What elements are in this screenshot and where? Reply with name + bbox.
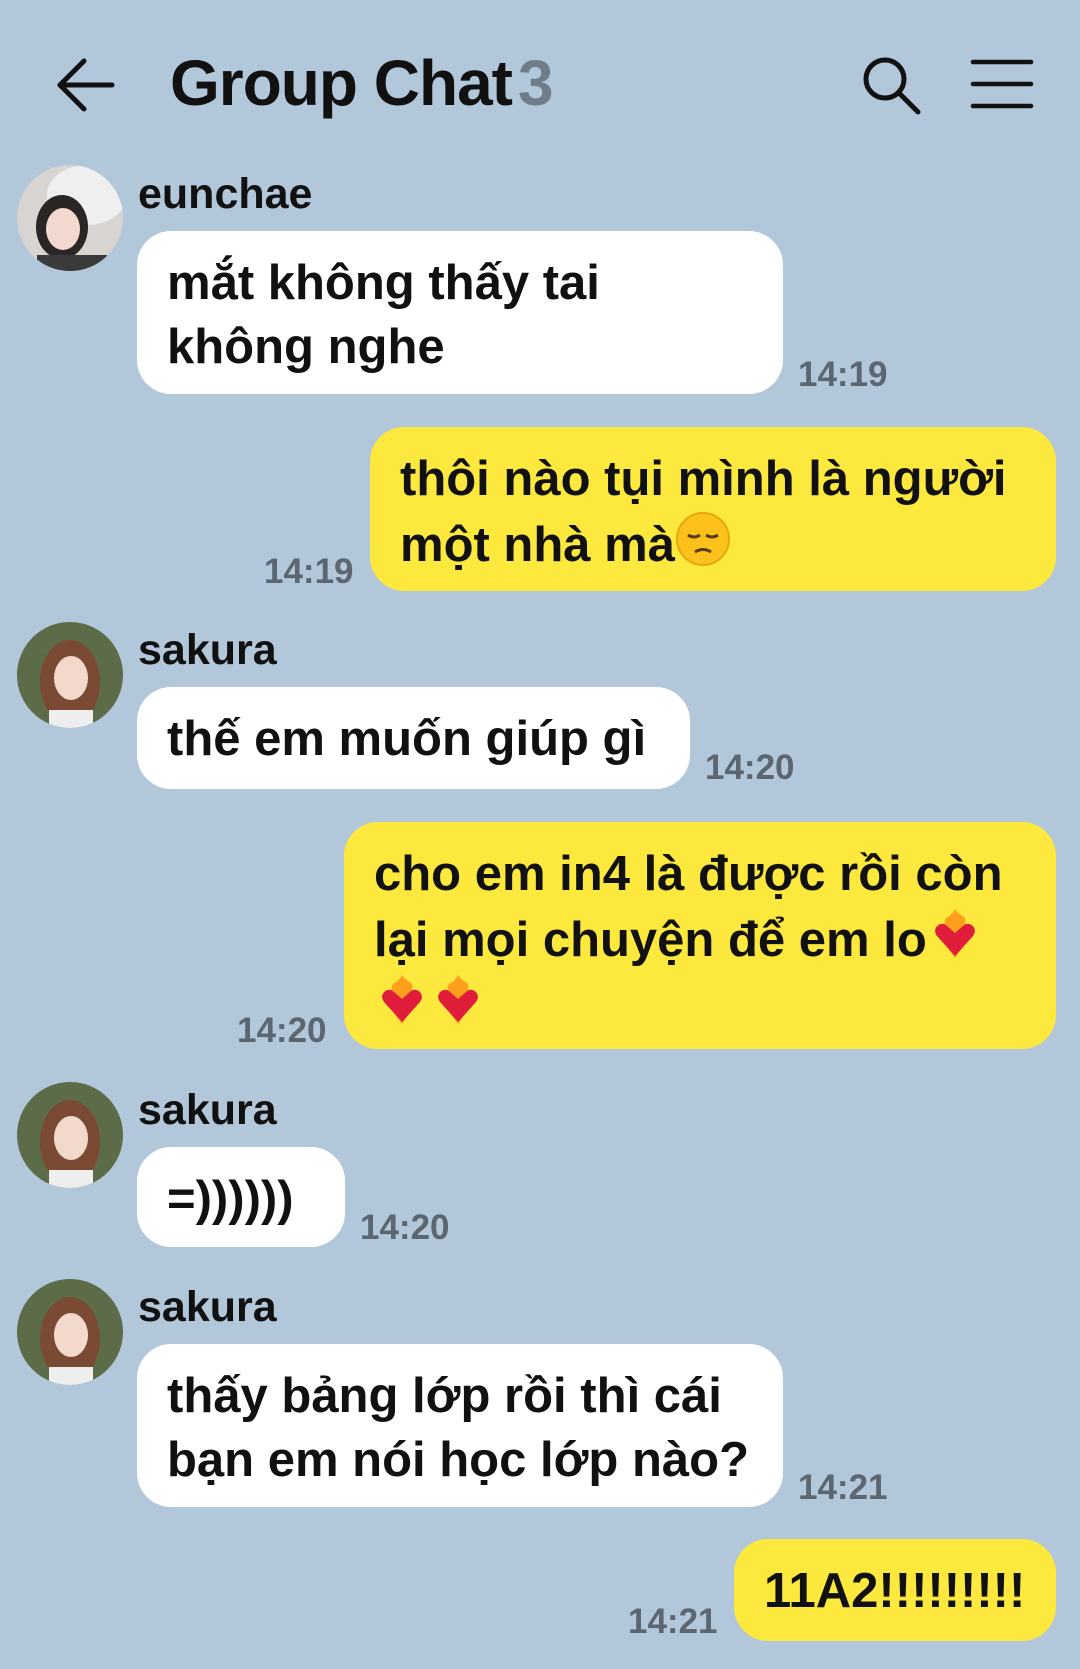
chat-title-text: Group Chat [170, 47, 513, 119]
message-line: thấy bảng lớp rồi thì cái [167, 1369, 722, 1423]
avatar-image [17, 622, 123, 728]
pensive-face-emoji [675, 512, 730, 566]
message-time: 14:19 [798, 355, 888, 394]
message-time: 14:20 [237, 1011, 327, 1050]
message-bubble[interactable]: thôi nào tụi mình là người một nhà mà [370, 427, 1056, 591]
avatar-sakura[interactable] [17, 622, 123, 728]
heart-on-fire-emoji [438, 975, 478, 1024]
message-bubble[interactable]: cho em in4 là được rồi còn lại mọi chuyệ… [344, 822, 1056, 1049]
search-icon [863, 57, 921, 115]
back-button[interactable] [50, 50, 120, 120]
sender-name: sakura [138, 1283, 277, 1331]
message-time: 14:19 [264, 552, 354, 591]
message-line: mắt không thấy tai [167, 256, 600, 310]
message-line: 11A2!!!!!!!!! [764, 1564, 1026, 1618]
avatar-image [17, 1082, 123, 1188]
search-button[interactable] [858, 52, 924, 118]
message-line: bạn em nói học lớp nào? [167, 1433, 750, 1487]
message-line: một nhà mà [400, 518, 675, 572]
message-bubble[interactable]: =)))))) [137, 1147, 345, 1247]
avatar-image [17, 1279, 123, 1385]
message-bubble[interactable]: thấy bảng lớp rồi thì cái bạn em nói học… [137, 1344, 783, 1507]
avatar-sakura[interactable] [17, 1279, 123, 1385]
avatar-image [17, 165, 123, 271]
message-line: không nghe [167, 320, 445, 374]
sender-name: sakura [138, 1086, 277, 1134]
message-time: 14:20 [360, 1208, 450, 1247]
message-line: =)))))) [167, 1172, 294, 1226]
message-line: lại mọi chuyện để em lo [374, 913, 927, 967]
chat-header: Group Chat3 [0, 0, 1080, 165]
message-bubble[interactable]: mắt không thấy tai không nghe [137, 231, 783, 394]
heart-on-fire-emoji [382, 975, 422, 1024]
sender-name: sakura [138, 626, 277, 674]
avatar-sakura[interactable] [17, 1082, 123, 1188]
message-time: 14:20 [705, 748, 795, 787]
menu-button[interactable] [970, 56, 1034, 112]
message-bubble[interactable]: thế em muốn giúp gì [137, 687, 690, 789]
message-time: 14:21 [628, 1602, 718, 1641]
message-bubble[interactable]: 11A2!!!!!!!!! [734, 1539, 1056, 1641]
message-time: 14:21 [798, 1468, 888, 1507]
message-line: cho em in4 là được rồi còn [374, 847, 1003, 901]
hamburger-menu-icon [970, 59, 1034, 109]
message-line: thế em muốn giúp gì [167, 712, 647, 766]
heart-on-fire-emoji [934, 909, 975, 958]
arrow-left-icon [57, 58, 115, 112]
chat-title: Group Chat3 [170, 46, 554, 120]
member-count: 3 [517, 47, 554, 119]
sender-name: eunchae [138, 170, 313, 218]
message-line: thôi nào tụi mình là người [400, 452, 1007, 506]
avatar-eunchae[interactable] [17, 165, 123, 271]
